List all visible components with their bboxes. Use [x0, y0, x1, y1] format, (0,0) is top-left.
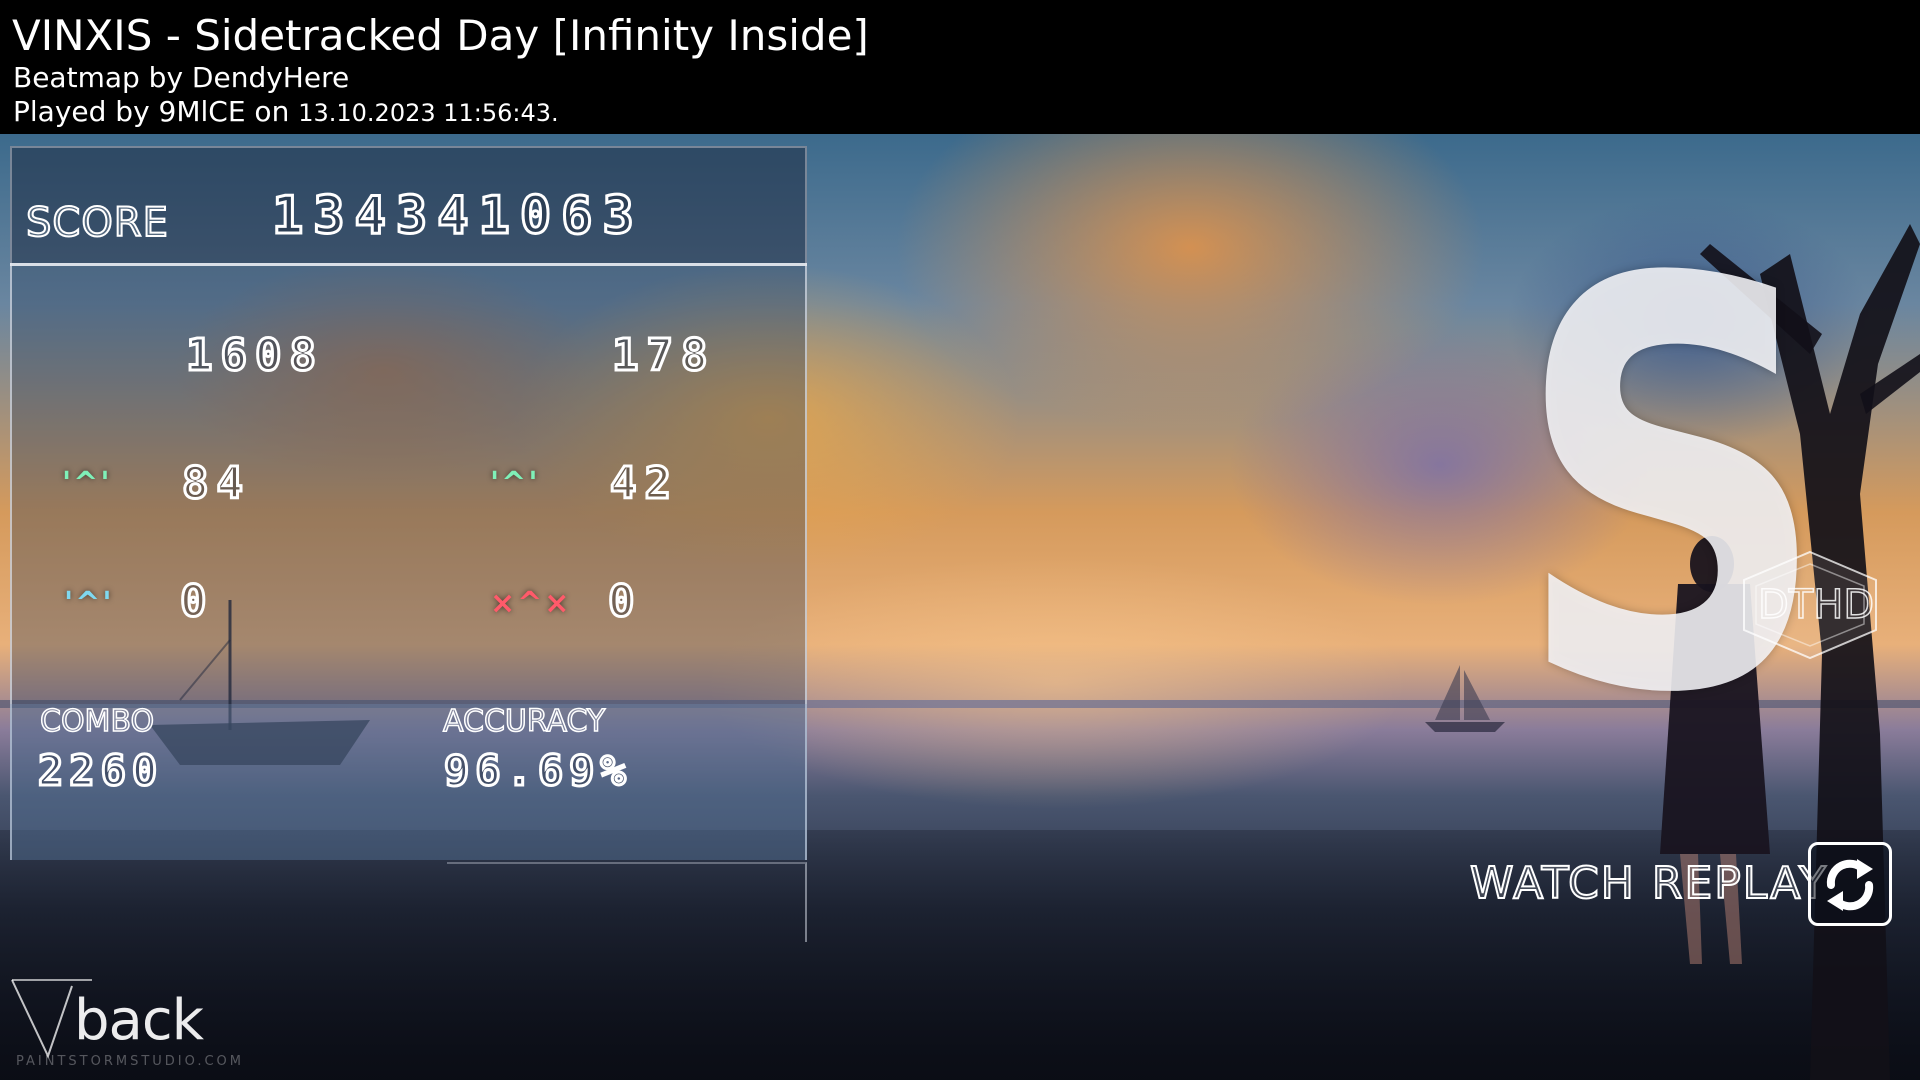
replay-arrows-icon	[1826, 859, 1874, 911]
accuracy-label: ACCURACY	[442, 703, 606, 740]
combo-label: COMBO	[39, 703, 155, 740]
accuracy-value: 96.69%	[443, 745, 632, 797]
rank-grade: S	[1514, 164, 1829, 816]
score-label: SCORE	[25, 199, 169, 247]
played-date: 13.10.2023 11:56:43.	[298, 99, 559, 127]
hit-300-count: 1608	[185, 329, 324, 383]
hit-miss-count: 0	[607, 575, 643, 629]
panel-frame-accent	[447, 862, 807, 942]
hit-geki-count: 178	[610, 329, 716, 383]
hit-100-icon: '^'	[62, 466, 112, 501]
hit-100-count: 84	[181, 457, 251, 511]
watch-replay-button[interactable]: WATCH REPLAY	[1469, 856, 1828, 912]
replay-icon-button[interactable]	[1808, 842, 1892, 926]
hit-50-count: 0	[179, 575, 215, 629]
results-header: VINXIS - Sidetracked Day [Infinity Insid…	[0, 0, 1920, 134]
artist-watermark: PAINTSTORMSTUDIO.COM	[16, 1054, 244, 1069]
played-by-label: Played by 9MlCE on	[13, 95, 290, 128]
score-value: 134341063	[271, 185, 644, 248]
hit-50-icon: '^'	[64, 586, 114, 621]
back-label[interactable]: back	[74, 988, 204, 1053]
combo-value: 2260	[36, 745, 164, 797]
beatmap-creator: Beatmap by DendyHere	[13, 61, 350, 94]
hit-katu-count: 42	[609, 457, 679, 511]
hit-miss-icon: ×^×	[490, 586, 572, 621]
song-title: VINXIS - Sidetracked Day [Infinity Insid…	[12, 11, 869, 60]
results-screen: VINXIS - Sidetracked Day [Infinity Insid…	[0, 0, 1920, 1080]
played-by-line: Played by 9MlCE on 13.10.2023 11:56:43.	[13, 96, 559, 129]
mods-label: DTHD	[1757, 581, 1875, 629]
distant-sailboat-silhouette	[1425, 665, 1505, 732]
hit-katu-icon: '^'	[490, 466, 540, 501]
